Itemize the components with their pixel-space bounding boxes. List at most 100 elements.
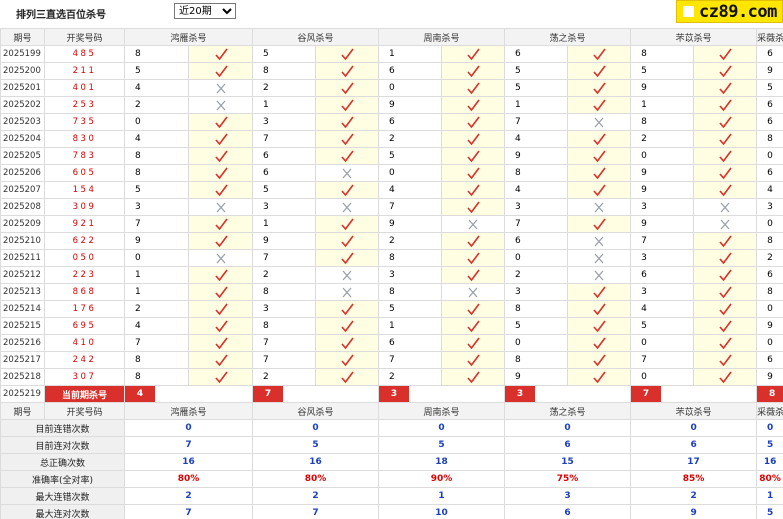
- miss-mark: [187, 96, 254, 114]
- current-kill-cell: 4: [123, 385, 254, 403]
- miss-mark: [567, 232, 632, 250]
- hit-mark: [441, 249, 506, 267]
- check-icon: [719, 65, 732, 77]
- check-icon: [214, 286, 228, 298]
- check-icon: [341, 65, 354, 77]
- check-icon: [719, 235, 732, 247]
- kill-number: 5: [504, 317, 569, 335]
- hit-mark: [693, 300, 758, 318]
- kill-number-grid: 期号开奖号码鸿雁杀号谷风杀号周南杀号荡之杀号芣苡杀号采薇杀号小旻杀号丹霞杀号薤露…: [0, 28, 783, 519]
- summary-value: 16: [123, 453, 254, 471]
- kill-number: 0: [756, 215, 783, 233]
- kill-number: 5: [504, 79, 569, 97]
- kill-number: 8: [124, 164, 189, 182]
- check-icon: [341, 371, 354, 383]
- cross-icon: [720, 219, 730, 229]
- check-icon: [467, 116, 480, 128]
- table-row: 202520225321911663339: [0, 96, 783, 114]
- current-kill-number: 3: [379, 386, 410, 402]
- check-icon: [341, 48, 354, 60]
- kill-number: 8: [630, 113, 695, 131]
- issue-number: 2025209: [0, 215, 45, 233]
- kill-number: 6: [504, 232, 569, 250]
- current-kill-row: 2025219当前期杀号4733782164: [0, 385, 783, 403]
- kill-number: 8: [252, 62, 317, 80]
- kill-number: 0: [124, 249, 189, 267]
- summary-row: 最大连对次数77106951210871: [0, 504, 783, 519]
- cross-icon: [594, 253, 604, 263]
- kill-number: 3: [252, 198, 317, 216]
- hit-mark: [693, 147, 758, 165]
- hit-mark: [441, 300, 506, 318]
- period-select[interactable]: 近20期: [174, 3, 236, 19]
- hit-mark: [567, 215, 632, 233]
- kill-number: 3: [504, 198, 569, 216]
- hit-mark: [693, 79, 758, 97]
- issue-number: 2025215: [0, 317, 45, 335]
- table-row: 202521386818833833417: [0, 283, 783, 301]
- miss-mark: [567, 113, 632, 131]
- hit-mark: [693, 249, 758, 267]
- kill-number: 2: [252, 266, 317, 284]
- check-icon: [467, 82, 480, 94]
- check-icon: [467, 99, 480, 111]
- hit-mark: [441, 164, 506, 182]
- kill-number: 9: [756, 62, 783, 80]
- summary-header-row: 期号开奖号码鸿雁杀号谷风杀号周南杀号荡之杀号芣苡杀号采薇杀号小旻杀号丹霞杀号薤露…: [0, 402, 783, 420]
- top-bar: 排列三直选百位杀号 近20期 cz89.com: [0, 0, 783, 26]
- table-row: 202520140142059548928: [0, 79, 783, 97]
- kill-number: 9: [252, 232, 317, 250]
- table-row: 202521105007803234368: [0, 249, 783, 267]
- hit-mark: [441, 181, 506, 199]
- issue-number: 2025213: [0, 283, 45, 301]
- kill-number: 3: [630, 249, 695, 267]
- hit-mark: [441, 147, 506, 165]
- kill-number: 4: [504, 181, 569, 199]
- kill-number: 9: [378, 96, 443, 114]
- draw-number: 050: [44, 249, 125, 267]
- kill-number: 7: [252, 334, 317, 352]
- miss-mark: [441, 283, 506, 301]
- header-col-4: 周南杀号: [378, 28, 506, 46]
- hit-mark: [315, 334, 380, 352]
- hit-mark: [441, 351, 506, 369]
- site-logo[interactable]: cz89.com: [676, 0, 783, 23]
- draw-number: 921: [44, 215, 125, 233]
- hit-mark: [567, 164, 632, 182]
- summary-value: 1: [756, 487, 783, 505]
- hit-mark: [187, 300, 254, 318]
- check-icon: [719, 99, 732, 111]
- summary-value: 80%: [252, 470, 380, 488]
- summary-value: 75%: [504, 470, 632, 488]
- current-kill-cell: 7: [252, 385, 380, 403]
- issue-number: 2025199: [0, 45, 45, 63]
- cross-icon: [342, 202, 352, 212]
- kill-number: 2: [124, 300, 189, 318]
- hit-mark: [693, 351, 758, 369]
- kill-number: 1: [378, 317, 443, 335]
- summary-header-col-2: 鸿雁杀号: [123, 402, 254, 420]
- kill-number: 7: [630, 351, 695, 369]
- summary-value: 2: [630, 487, 758, 505]
- kill-number: 5: [378, 147, 443, 165]
- cross-icon: [216, 83, 225, 93]
- table-row: 202520715455449449109: [0, 181, 783, 199]
- table-row: 202521222312326693848: [0, 266, 783, 284]
- check-icon: [341, 354, 354, 366]
- kill-number: 1: [630, 96, 695, 114]
- issue-number: 2025201: [0, 79, 45, 97]
- page-title: 排列三直选百位杀号: [16, 10, 106, 21]
- summary-value: 16: [756, 453, 783, 471]
- cross-icon: [216, 100, 225, 110]
- cross-icon: [720, 202, 730, 212]
- summary-header-col-6: 芣苡杀号: [630, 402, 758, 420]
- hit-mark: [315, 79, 380, 97]
- hit-mark: [693, 283, 758, 301]
- check-icon: [593, 337, 606, 349]
- summary-value: 0: [756, 419, 783, 437]
- hit-mark: [315, 147, 380, 165]
- check-icon: [593, 371, 606, 383]
- kill-number: 6: [252, 147, 317, 165]
- check-icon: [214, 116, 228, 128]
- kill-number: 7: [630, 232, 695, 250]
